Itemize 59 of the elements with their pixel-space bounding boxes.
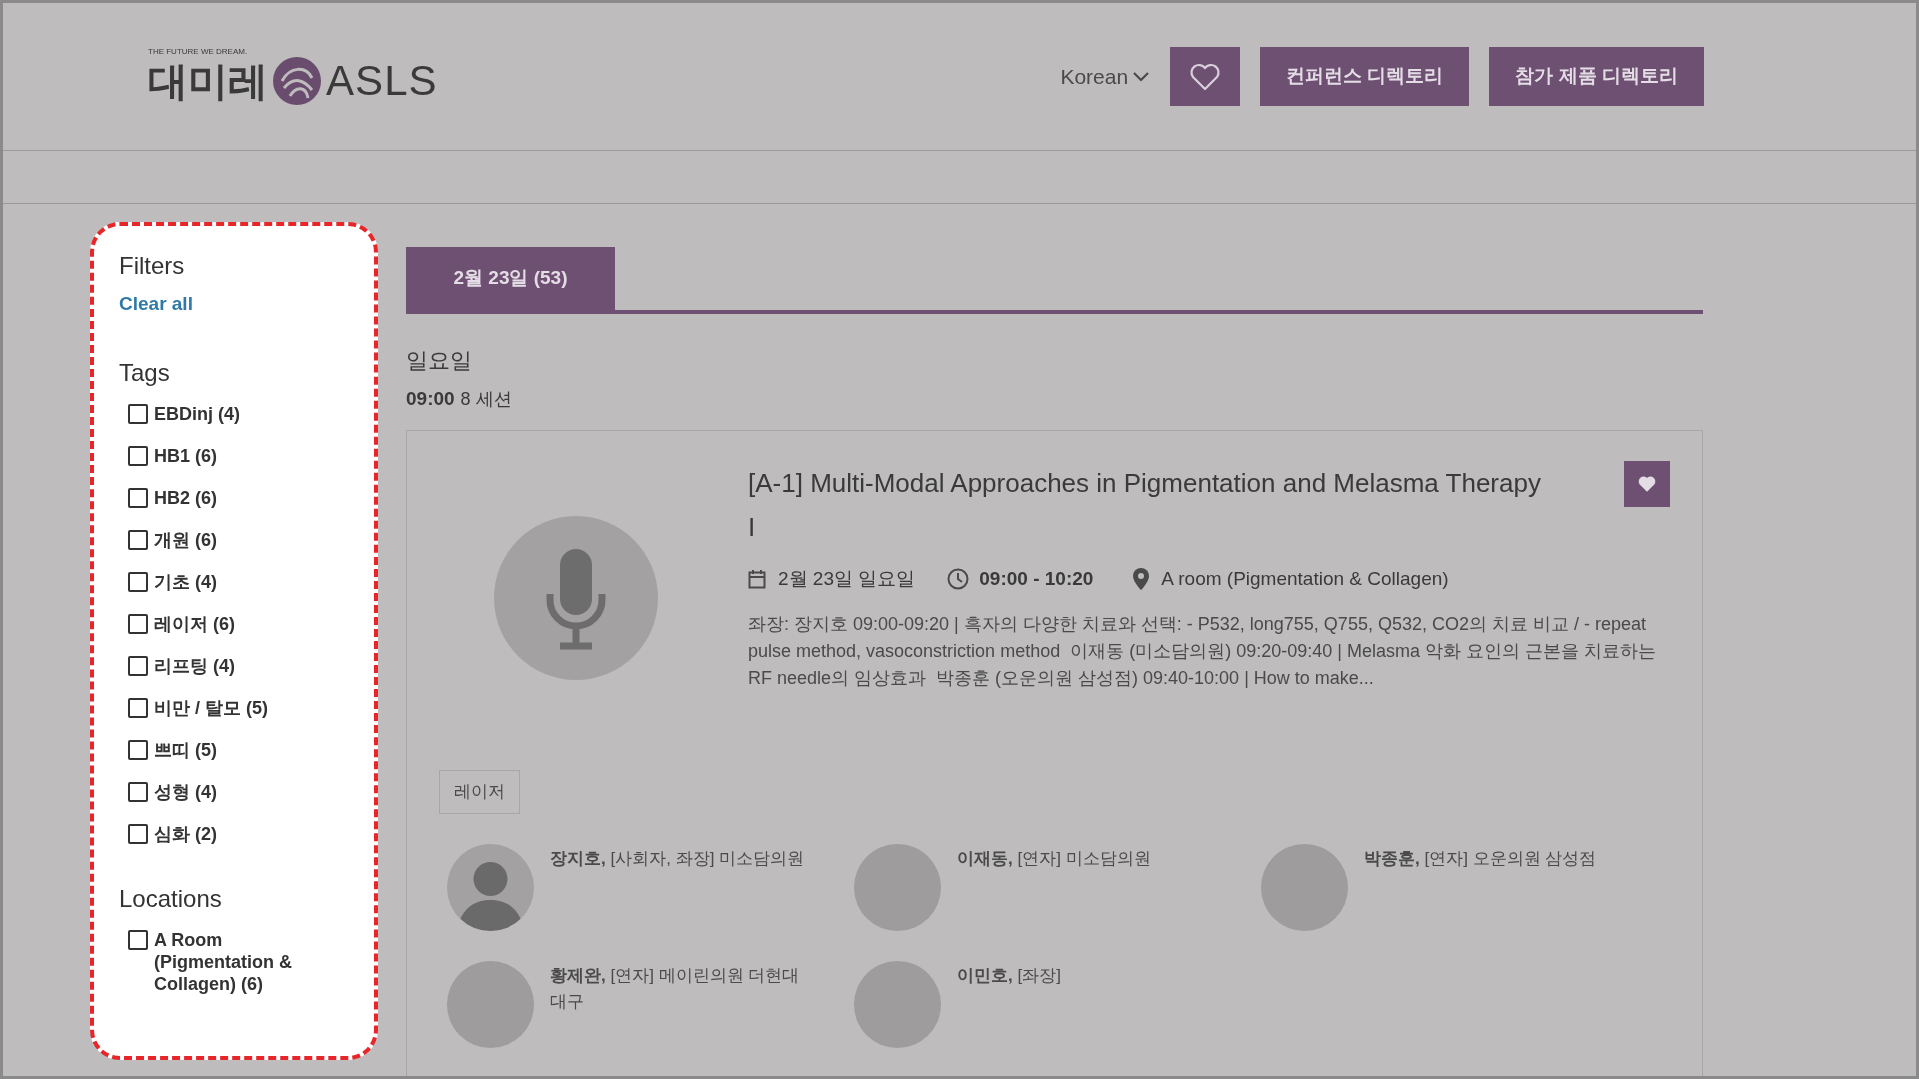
- session-room: A room (Pigmentation & Collagen): [1161, 566, 1449, 591]
- speaker-info: 이재동, [연자] 미소담의원: [957, 847, 1152, 870]
- logo-wordmark: 대미레: [148, 60, 268, 101]
- clear-all-link[interactable]: Clear all: [119, 290, 374, 319]
- checkbox[interactable]: [128, 403, 148, 424]
- checkbox[interactable]: [128, 823, 148, 844]
- filter-option[interactable]: HB1 (6): [128, 444, 328, 467]
- logo-tagline: THE FUTURE WE DREAM.: [148, 47, 249, 56]
- speaker-info: 황제완, [연자] 메이린의원 더현대 대구: [550, 964, 801, 1013]
- favorite-button[interactable]: [1624, 460, 1670, 507]
- filter-option[interactable]: 리프팅 (4): [128, 654, 328, 677]
- checkbox[interactable]: [128, 613, 148, 634]
- filter-option[interactable]: EBDinj (4): [128, 402, 328, 425]
- filter-option[interactable]: 쁘띠 (5): [128, 738, 328, 761]
- filter-option[interactable]: 성형 (4): [128, 780, 328, 803]
- language-dropdown[interactable]: Korean: [1060, 60, 1151, 93]
- logo-emblem-icon: [272, 55, 322, 106]
- time-slot: 09:00: [406, 385, 455, 414]
- filter-option[interactable]: A Room (Pigmentation & Collagen) (6): [128, 928, 328, 995]
- directory-button[interactable]: 컨퍼런스 디렉토리: [1260, 47, 1470, 106]
- session-tag: 레이저: [439, 770, 520, 814]
- session-date: 2월 23일 일요일: [778, 566, 916, 591]
- microphone-icon: [494, 515, 658, 680]
- checkbox[interactable]: [128, 487, 148, 508]
- session-count: 8 세션: [460, 388, 512, 411]
- logo-wordmark: ASLS: [326, 59, 438, 102]
- filter-group-heading: Tags: [119, 357, 171, 388]
- session-description: 좌장: 장지호 09:00-09:20 | 흑자의 다양한 치료와 선택: - P532, long755, Q755, Q532, CO2의 치료 비교 / - repeat pulse method, vasoconstriction method 이재동 (미소담의원) 09:20-09:40 | Melasma 악화 요인의 근본을 치료하는 RF needle의 임상효과 박종훈 (오운의원 삼성점) 09:40-10:00 | How to make...: [748, 613, 1657, 690]
- checkbox[interactable]: [128, 529, 148, 550]
- location-pin-icon: [1133, 567, 1150, 590]
- filter-option[interactable]: 비만 / 탈모 (5): [128, 696, 328, 719]
- filter-option[interactable]: 레이저 (6): [128, 612, 328, 635]
- checkbox[interactable]: [128, 655, 148, 676]
- calendar-icon: [748, 568, 766, 589]
- chevron-down-icon: [1132, 70, 1151, 83]
- directory-button[interactable]: 참가 제품 디렉토리: [1489, 47, 1704, 106]
- checkbox[interactable]: [128, 929, 148, 950]
- speaker-info: 이민호, [좌장]: [957, 964, 1062, 987]
- filter-option[interactable]: 개원 (6): [128, 528, 328, 551]
- clock-icon: [947, 567, 970, 590]
- filters-heading: Filters: [119, 251, 186, 281]
- checkbox[interactable]: [128, 781, 148, 802]
- filter-option[interactable]: HB2 (6): [128, 486, 328, 509]
- checkbox[interactable]: [128, 445, 148, 466]
- filter-option[interactable]: 심화 (2): [128, 822, 328, 845]
- checkbox[interactable]: [128, 697, 148, 718]
- session-title: [A-1] Multi-Modal Approaches in Pigmentation and Melasma Therapy I: [748, 466, 1542, 544]
- speaker-info: 장지호, [사회자, 좌장] 미소담의원: [550, 847, 806, 870]
- heart-icon: [1189, 62, 1222, 91]
- filter-option[interactable]: 기초 (4): [128, 570, 328, 593]
- day-heading: 일요일: [406, 347, 473, 375]
- speaker-info: 박종훈, [연자] 오운의원 삼성점: [1364, 847, 1598, 870]
- heart-icon: [1638, 475, 1656, 492]
- session-time: 09:00 - 10:20: [979, 566, 1094, 591]
- favorites-button[interactable]: [1170, 47, 1241, 106]
- filter-group-heading: Locations: [119, 883, 223, 914]
- checkbox[interactable]: [128, 739, 148, 760]
- checkbox[interactable]: [128, 571, 148, 592]
- date-tab[interactable]: 2월 23일 (53): [406, 247, 615, 310]
